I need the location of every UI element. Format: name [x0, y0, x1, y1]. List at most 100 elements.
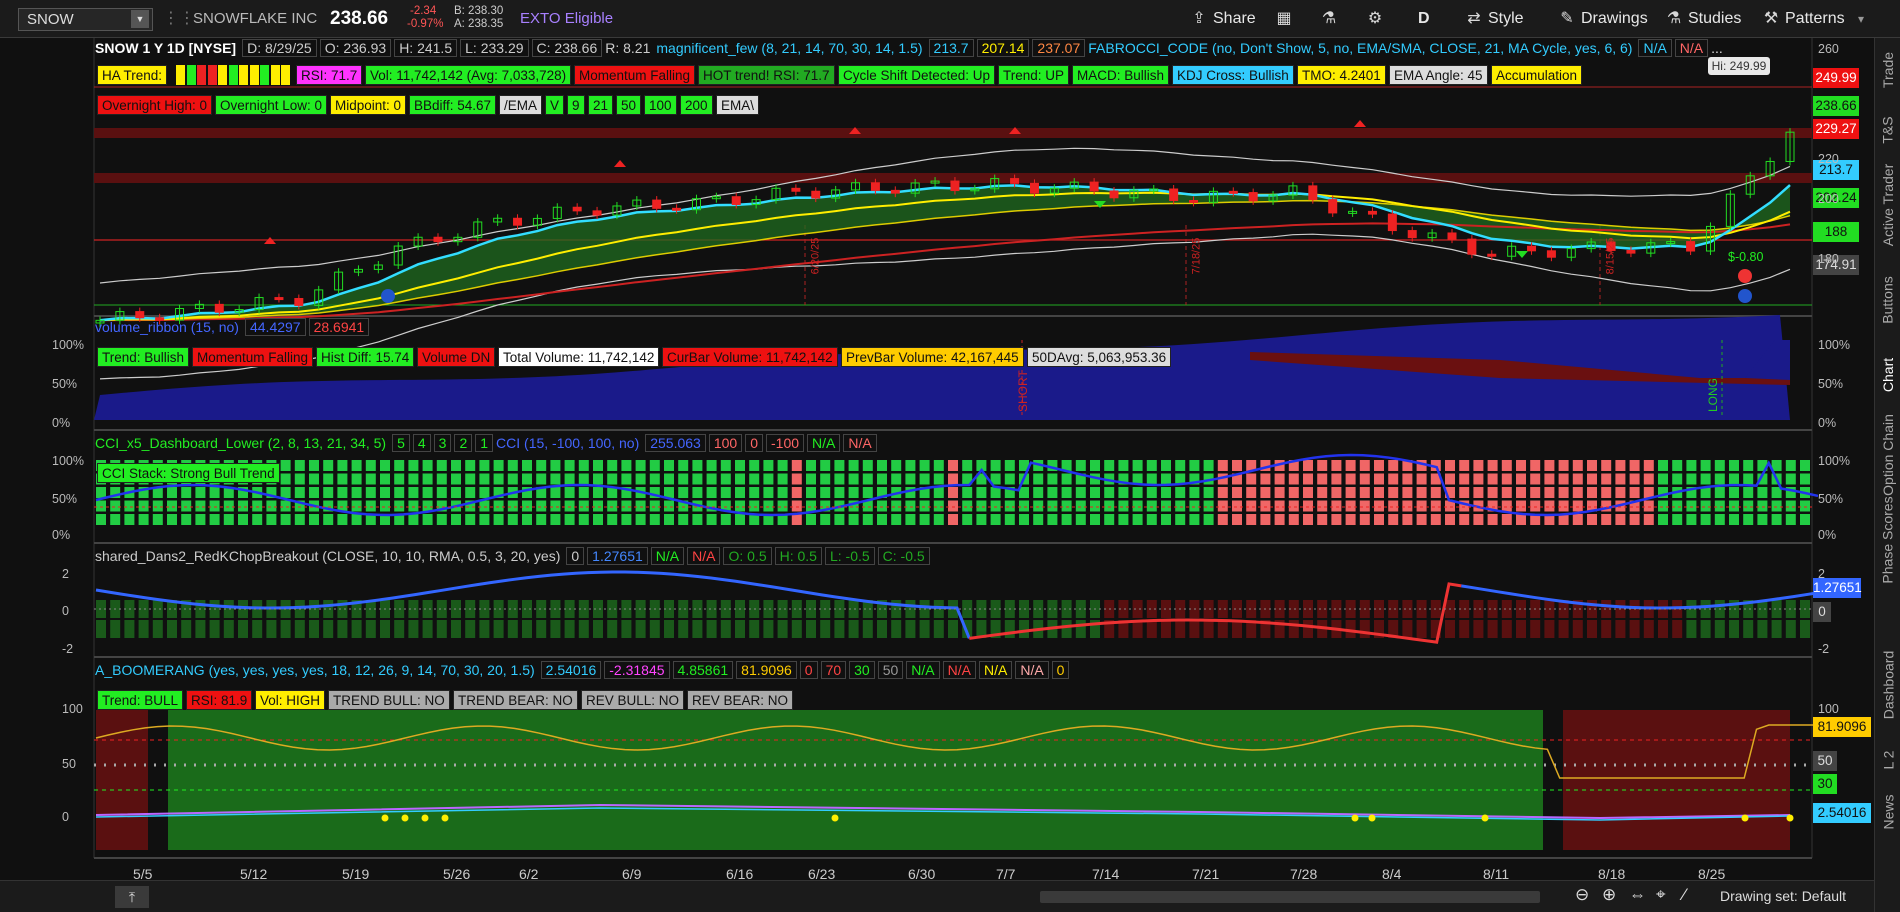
redk-block [238, 620, 248, 638]
cci-cell [1331, 487, 1342, 498]
study-redk-chop[interactable]: shared_Dans2_RedKChopBreakout (CLOSE, 10… [95, 548, 560, 564]
cci-cell [167, 514, 177, 525]
volume-scale-tick: 50% [1818, 377, 1844, 391]
study-cci-dashboard[interactable]: CCI_x5_Dashboard_Lower (2, 8, 13, 21, 34… [95, 435, 386, 451]
cci-cell [195, 500, 206, 512]
high-bubble: Hi: 249.99 [1708, 57, 1770, 75]
layout-button[interactable]: ▦ [1275, 4, 1298, 34]
ha-trend-block [270, 65, 280, 85]
redk-block [365, 620, 376, 638]
redk-block [763, 620, 774, 638]
drawings-button[interactable]: ✎ Drawings [1558, 4, 1647, 34]
right-tab-option-chain[interactable]: Option Chain [1875, 410, 1900, 500]
redk-block [578, 620, 589, 638]
price-label-4: HOT trend! RSI: 71.7 [698, 65, 835, 85]
boom-v3: 4.85861 [672, 661, 734, 679]
study-boomerang[interactable]: A_BOOMERANG (yes, yes, yes, yes, 18, 12,… [95, 662, 535, 678]
boom-dot [1741, 814, 1749, 822]
cci-cell [1090, 487, 1100, 498]
fit-width-icon[interactable]: ⇔ [1629, 885, 1646, 905]
cci-cell [266, 500, 277, 512]
cci-cell [1757, 487, 1768, 498]
patterns-button[interactable]: ⚒ Patterns [1762, 4, 1845, 34]
redk-block [167, 620, 177, 638]
style-button[interactable]: ⇄ Style [1465, 4, 1523, 34]
settings-chevron-icon[interactable]: ▾ [1858, 4, 1864, 34]
cci-cell [1061, 514, 1072, 525]
cci-v3: 3 [433, 434, 452, 452]
redk-block [1487, 620, 1498, 638]
volume-label-4: Total Volume: 11,742,142 [498, 347, 660, 367]
study-cci[interactable]: CCI (15, -100, 100, no) [496, 435, 639, 451]
study-volume-ribbon[interactable]: volume_ribbon (15, no) [95, 319, 239, 335]
cci-cell [1558, 500, 1569, 512]
right-tab-active-trader[interactable]: Active Trader [1875, 155, 1900, 255]
cci-cell [380, 500, 390, 512]
expand-panel-icon[interactable]: ⤒ [115, 886, 149, 908]
crosshair-icon[interactable]: ⌖ [1656, 885, 1666, 905]
boom-scale-label: 50 [1813, 751, 1837, 771]
zoom-in-icon[interactable]: ⊕ [1602, 885, 1616, 905]
cci-cell [749, 460, 760, 471]
cci-cell [1359, 460, 1370, 471]
study-fabrocci-code[interactable]: FABROCCI_CODE (no, Don't Show, 5, no, EM… [1088, 40, 1632, 56]
cci-cell [990, 514, 1001, 525]
right-tab-phase-scores[interactable]: Phase Scores [1875, 495, 1900, 585]
cci-cell [1430, 514, 1441, 525]
zoom-out-icon[interactable]: ⊖ [1575, 885, 1589, 905]
cci-cell [493, 514, 504, 525]
redk-block [138, 620, 149, 638]
share-button[interactable]: ⇪ Share [1190, 4, 1255, 34]
cci-cell [1075, 514, 1086, 525]
studies-button[interactable]: ⚗ Studies [1665, 4, 1742, 34]
redk-block [1615, 620, 1626, 638]
right-tab-l-2[interactable]: L 2 [1875, 740, 1900, 780]
settings-button[interactable]: ⚙ [1366, 4, 1389, 34]
drawing-set-label[interactable]: Drawing set: Default [1720, 888, 1846, 904]
right-tab-buttons[interactable]: Buttons [1875, 260, 1900, 340]
aggregation-period-button[interactable]: D [1418, 4, 1430, 34]
cci-cell [309, 514, 319, 525]
cci-cell [309, 473, 319, 485]
right-tab-chart[interactable]: Chart [1875, 345, 1900, 405]
redk-block [195, 620, 206, 638]
boom-zero: 0 [1051, 661, 1070, 679]
right-tab-news[interactable]: News [1875, 787, 1900, 837]
cci-cell [905, 500, 916, 512]
ha-trend-block [207, 65, 217, 85]
cci-cell [436, 460, 447, 471]
cci-cell [749, 500, 760, 512]
volume-label-0: Trend: Bullish [97, 347, 190, 367]
cci-cell [280, 487, 291, 498]
cci-cell [791, 514, 802, 525]
right-tab-trade[interactable]: Trade [1875, 40, 1900, 100]
drawing-tool-icon[interactable]: ⁄ [1683, 885, 1686, 905]
cci-level-0: 0 [745, 434, 763, 452]
cci-cell [408, 487, 419, 498]
bottom-bar: ⤒ ⊖ ⊕ ⇔ ⌖ ⁄ Drawing set: Default [0, 880, 1874, 912]
header-ellipsis: ... [1711, 40, 1723, 56]
boom-label-1: RSI: 81.9 [186, 690, 253, 710]
cci-cell [1189, 460, 1200, 471]
horizontal-scrollbar[interactable] [1040, 891, 1540, 903]
cci-cell [280, 500, 291, 512]
cci-cell [607, 514, 618, 525]
cci-cell [1558, 473, 1569, 485]
symbol-dropdown-icon[interactable]: ▼ [131, 10, 149, 28]
right-tab-t-s[interactable]: T&S [1875, 105, 1900, 155]
cci-cell [479, 460, 490, 471]
cci-cell [465, 473, 476, 485]
cci-cell [706, 514, 717, 525]
cci-cell [1246, 473, 1257, 485]
cci-cell [138, 514, 149, 525]
study-magnificent-few[interactable]: magnificent_few (8, 21, 14, 70, 30, 14, … [656, 40, 922, 56]
redk-block [1800, 620, 1810, 638]
price-label-7: MACD: Bullish [1072, 65, 1170, 85]
link-icon[interactable]: ⋮⋮ [163, 0, 195, 38]
cci-cell [380, 473, 390, 485]
flask-button[interactable]: ⚗ [1320, 4, 1343, 34]
redk-scale-label: 1.27651 [1813, 578, 1862, 598]
cci-cell [791, 487, 802, 498]
right-tab-dashboard[interactable]: Dashboard [1875, 645, 1900, 725]
boom-v1: 2.54016 [540, 661, 602, 679]
